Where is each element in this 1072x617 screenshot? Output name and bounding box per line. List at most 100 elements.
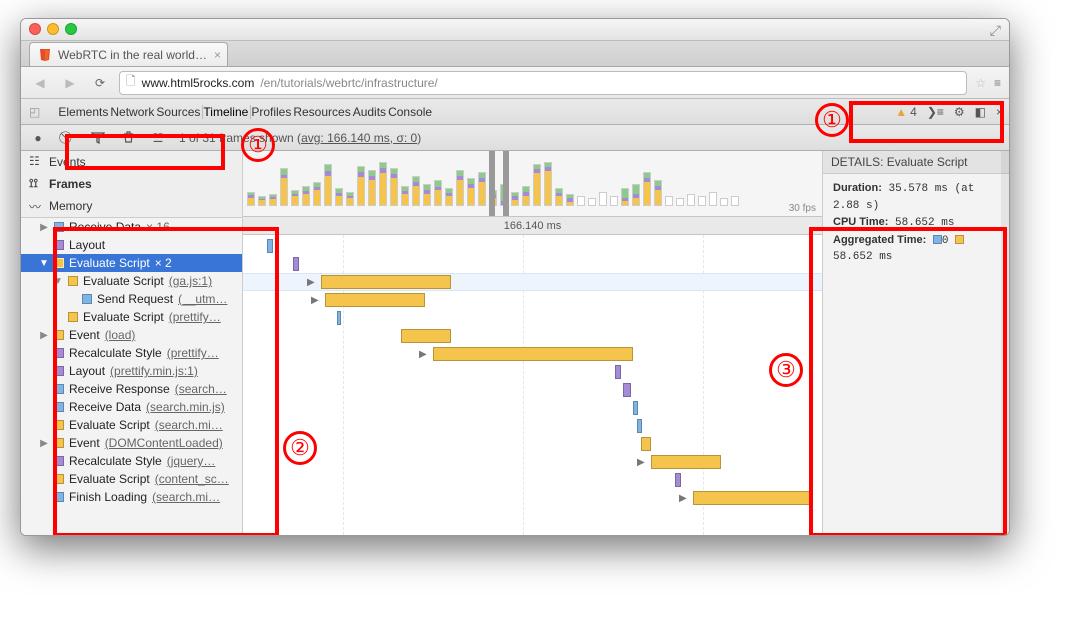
forward-button[interactable]: ▶ [59, 72, 81, 94]
overview-bar [269, 194, 277, 206]
flame-bar[interactable] [325, 293, 425, 307]
category-memory[interactable]: 〰Memory [21, 195, 242, 217]
back-button[interactable]: ◀ [29, 72, 51, 94]
zoom-icon[interactable] [65, 23, 77, 35]
fullscreen-icon[interactable]: ⤢ [990, 22, 1001, 39]
timeline-record[interactable]: Send Request (__utm… [21, 290, 242, 308]
overview-bar [313, 182, 321, 206]
flame-expand-icon[interactable]: ▶ [311, 295, 319, 306]
devtools-tab-elements[interactable]: Elements [58, 105, 108, 119]
flame-bar[interactable] [321, 275, 451, 289]
flame-bar[interactable] [651, 455, 721, 469]
bookmark-icon[interactable]: ☆ [975, 76, 986, 90]
flame-bar[interactable] [675, 473, 681, 487]
frames-icon: ⟟⟟ [29, 176, 38, 191]
timeline-record[interactable]: Recalculate Style (prettify… [21, 344, 242, 362]
overview-bar [709, 192, 717, 206]
overview-bar [665, 196, 673, 206]
dock-side-icon[interactable]: ◧ [975, 105, 986, 119]
close-icon[interactable] [29, 23, 41, 35]
timeline-record[interactable]: Recalculate Style (jquery… [21, 452, 242, 470]
details-scrollbar[interactable] [1001, 151, 1009, 535]
overview-bar [599, 192, 607, 206]
overview-bar [434, 180, 442, 206]
html5-icon [38, 48, 52, 62]
clear-button[interactable]: ⃠ [59, 129, 77, 147]
frames-stats-link[interactable]: avg: 166.140 ms, σ: 0 [301, 131, 417, 145]
warnings-count: 4 [910, 105, 917, 119]
timeline-record[interactable]: ▶Event (load) [21, 326, 242, 344]
timeline-record[interactable]: Receive Data (search.min.js) [21, 398, 242, 416]
range-handle-left[interactable] [489, 151, 495, 216]
chrome-menu-icon[interactable]: ≡ [994, 76, 1001, 90]
timeline-overview[interactable]: 30 fps [243, 151, 822, 217]
timeline-left-pane: ☷Events ⟟⟟ Frames 〰Memory ▶Receive Data ×… [21, 151, 243, 535]
minimize-icon[interactable] [47, 23, 59, 35]
timeline-records[interactable]: ▶Receive Data × 16Layout▼Evaluate Script… [21, 218, 242, 535]
overview-bar [368, 170, 376, 206]
flame-bar[interactable] [641, 437, 651, 451]
flame-bar[interactable] [401, 329, 451, 343]
close-devtools-icon[interactable]: × [996, 105, 1003, 119]
reload-button[interactable]: ⟳ [89, 72, 111, 94]
devtools-tab-audits[interactable]: Audits [353, 105, 386, 119]
console-drawer-icon[interactable]: ❯≡ [927, 105, 944, 119]
overview-bar [555, 188, 563, 206]
close-tab-icon[interactable]: × [214, 48, 221, 62]
address-bar[interactable]: 🗋 www.html5rocks.com/en/tutorials/webrtc… [119, 71, 967, 95]
timeline-record[interactable]: Receive Response (search… [21, 380, 242, 398]
range-handle-right[interactable] [503, 151, 509, 216]
flame-bar[interactable] [693, 491, 813, 505]
browser-tab[interactable]: WebRTC in the real world… × [29, 42, 228, 66]
timeline-record[interactable]: Layout [21, 236, 242, 254]
timeline-record[interactable]: Evaluate Script (prettify… [21, 308, 242, 326]
flame-expand-icon[interactable]: ▶ [307, 277, 315, 288]
frames-stats-suffix: ) [417, 131, 421, 145]
category-events[interactable]: ☷Events [21, 151, 242, 173]
devtools-rightcluster: ▲4 ❯≡ ⚙ ◧ × [895, 105, 1003, 119]
overview-bar [632, 184, 640, 206]
timeline-record[interactable]: Layout (prettify.min.js:1) [21, 362, 242, 380]
timeline-record[interactable]: ▶Receive Data × 16 [21, 218, 242, 236]
category-frames-label: Frames [49, 177, 92, 191]
timeline-record[interactable]: ▼Evaluate Script × 2 [21, 254, 242, 272]
overview-bar [731, 196, 739, 206]
devtools-tab-console[interactable]: Console [388, 105, 432, 119]
timeline-record[interactable]: ▼Evaluate Script (ga.js:1) [21, 272, 242, 290]
trash-icon[interactable] [119, 129, 137, 147]
record-button[interactable]: ● [29, 129, 47, 147]
warnings-badge[interactable]: ▲4 [895, 105, 917, 119]
devtools-tab-resources[interactable]: Resources [293, 105, 350, 119]
flame-bar[interactable] [637, 419, 642, 433]
flame-bar[interactable] [615, 365, 621, 379]
flame-bar[interactable] [433, 347, 633, 361]
timeline-record[interactable]: Evaluate Script (search.mi… [21, 416, 242, 434]
devtools-tab-network[interactable]: Network [110, 105, 154, 119]
events-icon: ☷ [29, 154, 40, 168]
filter-icon[interactable] [89, 129, 107, 147]
timeline-record[interactable]: Evaluate Script (content_sc… [21, 470, 242, 488]
devtools-tab-sources[interactable]: Sources [156, 105, 200, 119]
devtools-tab-timeline[interactable]: Timeline [203, 105, 248, 119]
overview-bar [456, 170, 464, 206]
timeline-body: ☷Events ⟟⟟ Frames 〰Memory ▶Receive Data ×… [21, 151, 1009, 535]
inspect-icon[interactable]: ◰ [29, 105, 40, 119]
flame-expand-icon[interactable]: ▶ [679, 493, 687, 504]
flame-bar[interactable] [337, 311, 341, 325]
devtools-tab-profiles[interactable]: Profiles [251, 105, 291, 119]
flame-expand-icon[interactable]: ▶ [419, 349, 427, 360]
overview-bar [654, 180, 662, 206]
category-frames[interactable]: ⟟⟟ Frames [21, 173, 242, 195]
overview-bar [566, 194, 574, 206]
timeline-flamechart[interactable]: ▶ ▶ ▶ ▶ ▶ [243, 235, 822, 535]
frames-view-icon[interactable]: ☱ [149, 129, 167, 147]
flame-expand-icon[interactable]: ▶ [637, 457, 645, 468]
details-cpu-label: CPU Time: [833, 216, 888, 228]
timeline-record[interactable]: ▶Event (DOMContentLoaded) [21, 434, 242, 452]
flame-bar[interactable] [267, 239, 273, 253]
settings-gear-icon[interactable]: ⚙ [954, 105, 965, 119]
flame-bar[interactable] [623, 383, 631, 397]
timeline-record[interactable]: Finish Loading (search.mi… [21, 488, 242, 506]
flame-bar[interactable] [293, 257, 299, 271]
flame-bar[interactable] [633, 401, 638, 415]
